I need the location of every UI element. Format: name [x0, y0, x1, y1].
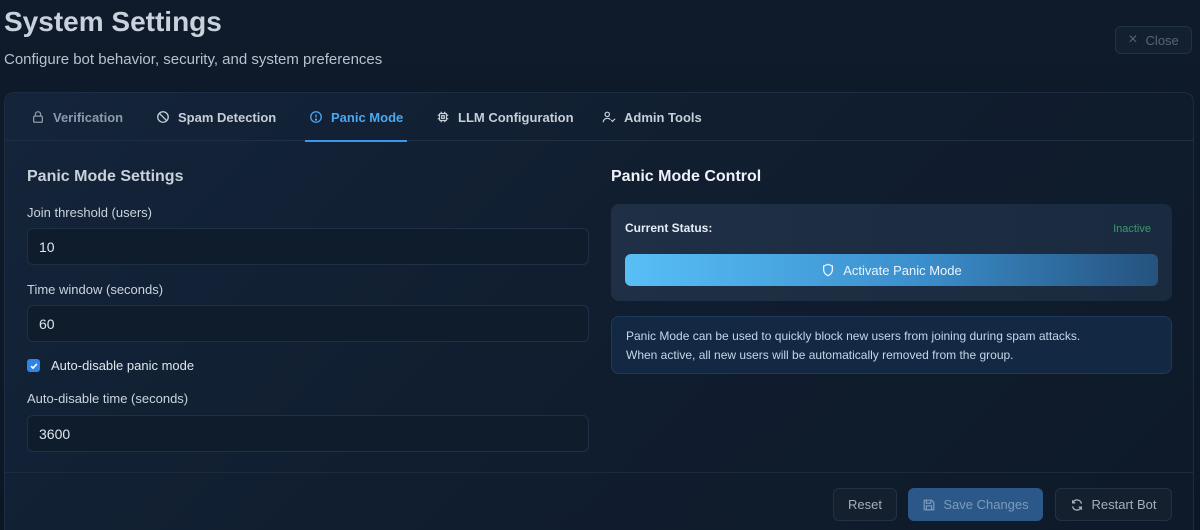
page-subtitle: Configure bot behavior, security, and sy… [4, 51, 383, 68]
close-button[interactable]: × Close [1115, 26, 1192, 54]
settings-title: Panic Mode Settings [27, 168, 184, 185]
tab-llm-configuration[interactable]: LLM Configuration [436, 93, 574, 141]
join-threshold-label: Join threshold (users) [27, 205, 152, 220]
tab-label: Verification [53, 109, 124, 125]
close-icon: × [1128, 31, 1138, 48]
activate-label: Activate Panic Mode [843, 262, 962, 278]
tab-label: Admin Tools [624, 109, 702, 125]
reset-label: Reset [848, 497, 882, 512]
auto-disable-time-label: Auto-disable time (seconds) [27, 391, 189, 406]
info-line: When active, all new users will be autom… [626, 348, 1014, 362]
page-title: System Settings [4, 6, 222, 37]
cpu-icon [437, 111, 449, 123]
auto-disable-checkbox[interactable] [27, 359, 40, 372]
info-box: Panic Mode can be used to quickly block … [611, 316, 1172, 374]
lock-icon [32, 111, 44, 123]
activate-panic-mode-button[interactable]: Activate Panic Mode [625, 254, 1158, 286]
auto-disable-label: Auto-disable panic mode [51, 358, 195, 373]
auto-disable-row: Auto-disable panic mode [27, 358, 194, 373]
tab-admin-tools[interactable]: Admin Tools [602, 93, 702, 141]
settings-panel: Verification Spam Detection Panic Mode L… [4, 92, 1194, 530]
time-window-input[interactable] [27, 305, 589, 342]
control-title: Panic Mode Control [611, 168, 762, 185]
tab-label: Panic Mode [331, 109, 404, 125]
status-card: Current Status: Inactive Activate Panic … [611, 204, 1172, 301]
close-label: Close [1145, 32, 1179, 48]
tab-label: LLM Configuration [458, 109, 574, 125]
tab-spam-detection[interactable]: Spam Detection [156, 93, 276, 141]
ban-icon [157, 111, 169, 123]
auto-disable-time-input[interactable] [27, 415, 589, 452]
tab-bar: Verification Spam Detection Panic Mode L… [5, 93, 1193, 142]
join-threshold-input[interactable] [27, 228, 589, 265]
reset-button[interactable]: Reset [833, 488, 897, 521]
save-icon [923, 499, 935, 510]
info-line: Panic Mode can be used to quickly block … [626, 329, 1081, 343]
save-changes-button[interactable]: Save Changes [908, 488, 1043, 521]
check-icon [29, 362, 38, 369]
time-window-label: Time window (seconds) [27, 282, 164, 297]
refresh-icon [1072, 498, 1083, 511]
status-badge: Inactive [1113, 223, 1151, 235]
restart-bot-button[interactable]: Restart Bot [1055, 488, 1172, 521]
tab-label: Spam Detection [178, 109, 277, 125]
tab-panic-mode[interactable]: Panic Mode [304, 93, 408, 142]
status-label: Current Status: [625, 221, 713, 235]
user-check-icon [602, 111, 616, 123]
save-label: Save Changes [943, 497, 1029, 512]
alert-circle-icon [310, 111, 322, 123]
shield-icon [823, 263, 834, 277]
footer-bar: Reset Save Changes Restart Bot [5, 472, 1193, 530]
restart-label: Restart Bot [1091, 497, 1157, 512]
tab-verification[interactable]: Verification [31, 93, 123, 141]
